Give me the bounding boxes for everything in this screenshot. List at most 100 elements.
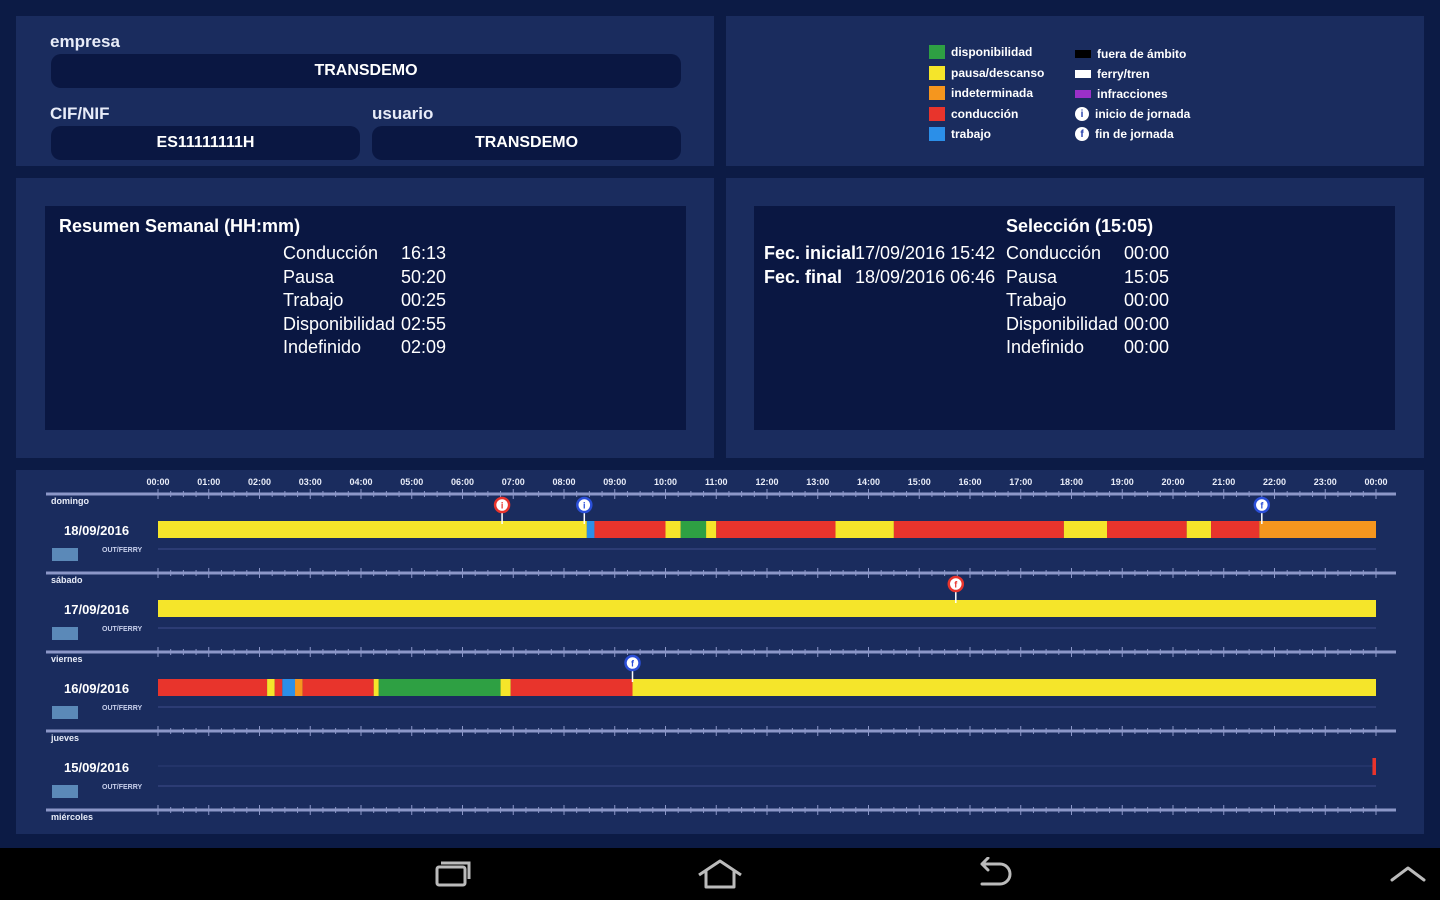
expand-button[interactable] — [1378, 854, 1438, 894]
selection-dates: Fec. inicial 17/09/2016 15:42 Fec. final… — [764, 243, 1015, 288]
hour-tick-label: 19:00 — [1111, 477, 1134, 487]
summary-label: Disponibilidad — [283, 313, 396, 334]
hour-tick-label: 12:00 — [755, 477, 778, 487]
row-thumbnail[interactable] — [52, 627, 78, 640]
start-day-icon: i — [1075, 107, 1089, 121]
activity-segment[interactable] — [510, 679, 633, 696]
activity-segment[interactable] — [373, 679, 379, 696]
end-day-icon: f — [1075, 127, 1089, 141]
activity-segment[interactable] — [835, 521, 894, 538]
activity-segment[interactable] — [267, 679, 275, 696]
activity-timeline[interactable]: 00:00 01:00 02:00 03:00 04:00 05:00 06:00 07:00… — [16, 470, 1424, 834]
selection-table: Conducción 00:00 Pausa 15:05 Trabajo 00:00 Dis… — [1006, 243, 1184, 359]
activity-segment[interactable] — [500, 679, 511, 696]
back-icon — [980, 857, 1012, 886]
activity-segment[interactable] — [665, 521, 681, 538]
back-button[interactable] — [962, 854, 1022, 894]
recent-apps-button[interactable] — [420, 854, 480, 894]
selection-box: Selección (15:05) Fec. inicial 17/09/201… — [754, 206, 1395, 430]
row-thumbnail[interactable] — [52, 706, 78, 719]
activity-segment[interactable] — [158, 521, 587, 538]
weekly-summary-panel: Resumen Semanal (HH:mm) Conducción 16:13 P… — [16, 178, 714, 458]
hour-tick-label: 20:00 — [1161, 477, 1184, 487]
cif-field[interactable]: ES11111111H — [51, 126, 360, 160]
legend-label: fuera de ámbito — [1097, 47, 1187, 61]
row-thumbnail[interactable] — [52, 548, 78, 561]
hour-tick-label: 04:00 — [349, 477, 372, 487]
ferry-track-label: OUT/FERRY — [102, 705, 143, 712]
activity-segment[interactable] — [1107, 521, 1187, 538]
hour-tick-label: 01:00 — [197, 477, 220, 487]
hour-tick-label: 05:00 — [400, 477, 423, 487]
legend-swatch — [929, 106, 945, 121]
activity-segment[interactable] — [1186, 521, 1212, 538]
empresa-field[interactable]: TRANSDEMO — [51, 54, 681, 88]
summary-value: 50:20 — [401, 266, 447, 287]
ferry-track-label: OUT/FERRY — [102, 547, 143, 554]
home-button[interactable] — [690, 854, 750, 894]
legend-item: conducción — [929, 104, 1044, 125]
legend-swatch — [929, 65, 945, 80]
activity-segment[interactable] — [632, 679, 1376, 696]
legend-label: trabajo — [951, 127, 992, 142]
usuario-field[interactable]: TRANSDEMO — [372, 126, 681, 160]
home-icon — [698, 859, 742, 889]
legend-label: inicio de jornada — [1095, 107, 1191, 121]
weekly-summary-table: Conducción 16:13 Pausa 50:20 Trabajo 00:25 Dis… — [283, 243, 461, 359]
activity-segment[interactable] — [716, 521, 836, 538]
summary-label: Pausa — [1006, 266, 1058, 287]
marker-letter: i — [501, 501, 504, 511]
hour-tick-label: 06:00 — [451, 477, 474, 487]
day-date-label: 17/09/2016 — [64, 602, 129, 617]
summary-value: 00:25 — [401, 290, 447, 311]
activity-segment[interactable] — [1372, 758, 1376, 775]
summary-label: Disponibilidad — [1006, 313, 1119, 334]
activity-segment[interactable] — [680, 521, 707, 538]
fec-final-label: Fec. final — [764, 266, 843, 287]
legend-item: i inicio de jornada — [1075, 104, 1190, 124]
summary-value: 00:00 — [1124, 290, 1170, 311]
hour-tick-label: 16:00 — [958, 477, 981, 487]
ferry-track-label: OUT/FERRY — [102, 784, 143, 791]
activity-segment[interactable] — [706, 521, 717, 538]
row-thumbnail[interactable] — [52, 785, 78, 798]
hour-tick-label: 09:00 — [603, 477, 626, 487]
hour-tick-label: 14:00 — [857, 477, 880, 487]
activity-segment[interactable] — [1063, 521, 1108, 538]
weekly-summary-title: Resumen Semanal (HH:mm) — [59, 216, 301, 236]
summary-value: 16:13 — [401, 243, 447, 263]
activity-segment[interactable] — [158, 679, 268, 696]
legend-label: indeterminada — [951, 86, 1034, 101]
summary-value: 00:00 — [1124, 337, 1170, 358]
activity-segment[interactable] — [586, 521, 595, 538]
activity-segment[interactable] — [1211, 521, 1260, 538]
activity-segment[interactable] — [1259, 521, 1376, 538]
legend-item: fuera de ámbito — [1075, 44, 1190, 64]
fec-final-value: 18/09/2016 06:46 — [855, 266, 996, 287]
activity-segment[interactable] — [378, 679, 501, 696]
legend-item: trabajo — [929, 124, 1044, 145]
hour-tick-label: 21:00 — [1212, 477, 1235, 487]
day-date-label: 16/09/2016 — [64, 681, 129, 696]
activity-segment[interactable] — [594, 521, 666, 538]
summary-value: 02:09 — [401, 337, 447, 358]
activity-segment[interactable] — [302, 679, 374, 696]
activity-segment[interactable] — [295, 679, 303, 696]
empresa-label: empresa — [50, 32, 120, 51]
summary-label: Trabajo — [283, 290, 344, 311]
activity-segment[interactable] — [274, 679, 283, 696]
legend-item: ferry/tren — [1075, 64, 1190, 84]
activity-segment[interactable] — [282, 679, 296, 696]
timeline-chart[interactable]: 00:00 01:00 02:00 03:00 04:00 05:00 06:00 07:00… — [16, 470, 1424, 834]
activity-segment[interactable] — [158, 600, 1376, 617]
weekday-label: miércoles — [51, 812, 93, 822]
legend-left: disponibilidad pausa/descanso indeterminad… — [929, 42, 1044, 145]
hour-tick-label: 02:00 — [248, 477, 271, 487]
marker-letter: i — [583, 501, 586, 511]
ferry-track-label: OUT/FERRY — [102, 626, 143, 633]
activity-segment[interactable] — [893, 521, 1064, 538]
hour-tick-label: 17:00 — [1009, 477, 1032, 487]
summary-label: Indefinido — [283, 337, 362, 358]
hour-tick-label: 15:00 — [908, 477, 931, 487]
legend-label: disponibilidad — [951, 45, 1033, 60]
